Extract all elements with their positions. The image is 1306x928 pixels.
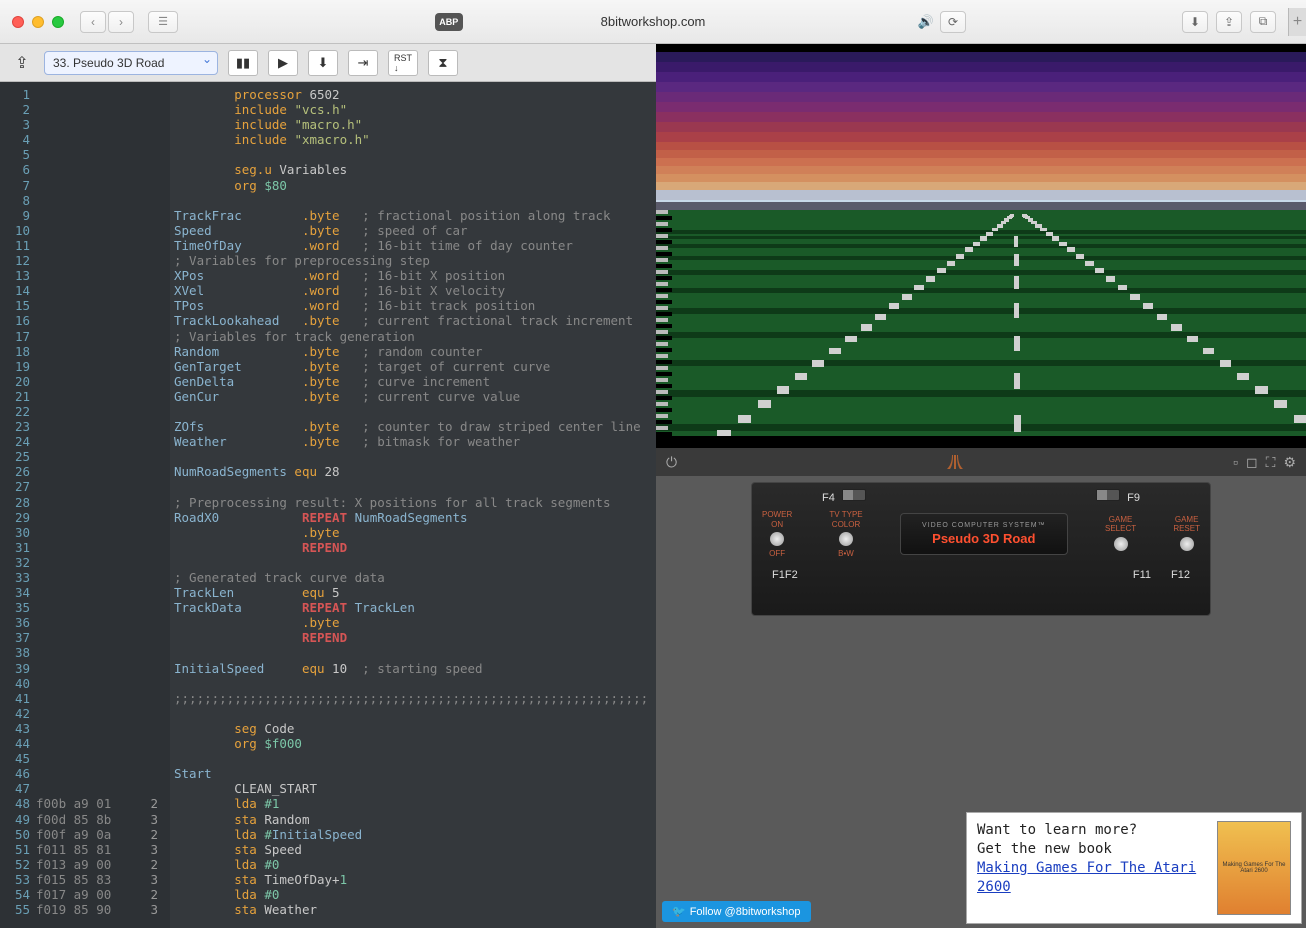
tabs-button[interactable]: ⧉ xyxy=(1250,11,1276,33)
step-button[interactable]: ⇥ xyxy=(348,50,378,76)
reload-button[interactable]: ⟳ xyxy=(940,11,966,33)
browser-chrome: ‹ › ☰ ABP 8bitworkshop.com 🔊 ⟳ ⬇ ⇪ ⧉ + xyxy=(0,0,1306,44)
share-project-button[interactable]: ⇪ xyxy=(10,51,34,75)
ide-toolbar: ⇪ 33. Pseudo 3D Road ▮▮ ▶ ⬇ ⇥ RST↓ ⧗ xyxy=(0,44,656,82)
view-small-icon[interactable]: ▫ xyxy=(1233,454,1238,470)
pause-button[interactable]: ▮▮ xyxy=(228,50,258,76)
f12-label: F12 xyxy=(1171,569,1190,581)
twitter-follow-button[interactable]: 🐦 Follow @8bitworkshop xyxy=(662,901,811,922)
f1-label: F1 xyxy=(772,569,785,581)
f9-switch[interactable] xyxy=(1096,489,1120,501)
maximize-window-button[interactable] xyxy=(52,16,64,28)
f4-switch[interactable] xyxy=(842,489,866,501)
emulator-display[interactable] xyxy=(656,52,1306,448)
f4-label: F4 xyxy=(822,489,870,504)
project-selector[interactable]: 33. Pseudo 3D Road xyxy=(44,51,218,75)
power-switch[interactable]: POWER ON OFF xyxy=(762,510,792,559)
cartridge-title: Pseudo 3D Road xyxy=(932,531,1035,546)
f11-label: F11 xyxy=(1133,569,1151,581)
downloads-button[interactable]: ⬇ xyxy=(1182,11,1208,33)
promo-book-cover: Making Games For The Atari 2600 xyxy=(1217,821,1291,915)
book-promo[interactable]: Want to learn more? Get the new book Mak… xyxy=(966,812,1302,924)
minimize-window-button[interactable] xyxy=(32,16,44,28)
sidebar-toggle-button[interactable]: ☰ xyxy=(148,11,178,33)
promo-line2: Get the new book xyxy=(977,840,1209,859)
fullscreen-icon[interactable]: ⛶ xyxy=(1266,454,1276,471)
play-button[interactable]: ▶ xyxy=(268,50,298,76)
reset-button[interactable]: RST↓ xyxy=(388,50,418,76)
tvtype-switch[interactable]: TV TYPE COLOR B•W xyxy=(829,510,862,559)
game-reset-switch[interactable]: GAME RESET xyxy=(1173,515,1200,554)
code-editor[interactable]: 1234567891011121314151617181920212223242… xyxy=(0,82,656,928)
download-button[interactable]: ⬇ xyxy=(308,50,338,76)
game-select-switch[interactable]: GAME SELECT xyxy=(1105,515,1136,554)
power-icon[interactable]: ⏻ xyxy=(666,454,677,471)
back-button[interactable]: ‹ xyxy=(80,11,106,33)
editor-panel: ⇪ 33. Pseudo 3D Road ▮▮ ▶ ⬇ ⇥ RST↓ ⧗ 123… xyxy=(0,44,656,928)
twitter-icon: 🐦 xyxy=(672,905,686,918)
editor-gutter: 1234567891011121314151617181920212223242… xyxy=(0,82,170,928)
adblock-badge[interactable]: ABP xyxy=(435,13,463,31)
emulator-toolbar: ⏻ ▫ ◻ ⛶ ⚙ xyxy=(656,448,1306,476)
url-bar[interactable]: 8bitworkshop.com xyxy=(601,14,706,29)
promo-line1: Want to learn more? xyxy=(977,821,1209,840)
f2-label: F2 xyxy=(785,569,798,581)
timing-button[interactable]: ⧗ xyxy=(428,50,458,76)
window-controls xyxy=(12,16,64,28)
emulator-panel: ⏻ ▫ ◻ ⛶ ⚙ F4 F9 POWER ON OFF xyxy=(656,44,1306,928)
new-tab-button[interactable]: + xyxy=(1288,8,1306,36)
settings-icon[interactable]: ⚙ xyxy=(1283,454,1296,471)
atari-console: F4 F9 POWER ON OFF TV TYPE COLOR B•W VI xyxy=(751,482,1211,616)
promo-book-link[interactable]: Making Games For The Atari 2600 xyxy=(977,860,1196,895)
atari-logo-icon xyxy=(946,453,964,471)
forward-button[interactable]: › xyxy=(108,11,134,33)
share-button[interactable]: ⇪ xyxy=(1216,11,1242,33)
close-window-button[interactable] xyxy=(12,16,24,28)
cartridge: VIDEO COMPUTER SYSTEM™ Pseudo 3D Road xyxy=(900,513,1068,555)
editor-code[interactable]: processor 6502 include "vcs.h" include "… xyxy=(170,82,656,928)
view-medium-icon[interactable]: ◻ xyxy=(1246,454,1258,471)
f9-label: F9 xyxy=(1092,489,1140,504)
audio-playing-icon[interactable]: 🔊 xyxy=(918,14,934,30)
